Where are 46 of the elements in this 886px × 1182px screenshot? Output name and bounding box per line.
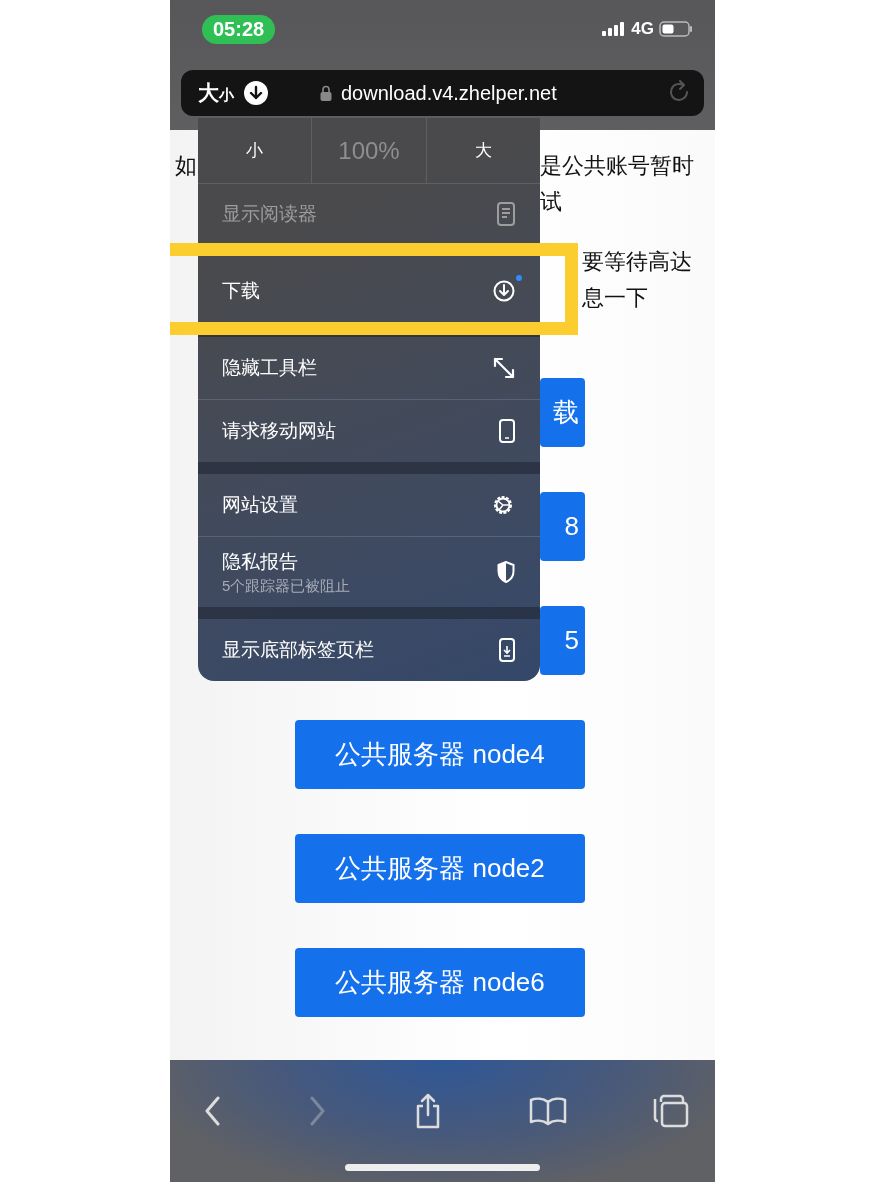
- server-button[interactable]: 8: [540, 492, 585, 561]
- menu-item-label: 隐私报告: [222, 549, 299, 574]
- menu-item[interactable]: 隐藏工具栏: [198, 337, 540, 400]
- book-icon[interactable]: [528, 1096, 567, 1126]
- menu-item-label: 下载: [222, 279, 260, 303]
- server-button[interactable]: 公共服务器 node2: [295, 834, 585, 903]
- status-time: 05:28: [202, 14, 276, 44]
- page-text: 息一下: [581, 284, 649, 312]
- format-button[interactable]: 大小: [198, 79, 234, 107]
- menu-item-label: 显示阅读器: [222, 202, 317, 226]
- gear-icon: [491, 493, 515, 517]
- zoom-button[interactable]: 大: [426, 118, 540, 183]
- tabs-icon[interactable]: [653, 1094, 689, 1128]
- signal-icon: [602, 22, 627, 36]
- page-text: 试: [540, 188, 563, 216]
- menu-item-label: 显示底部标签页栏: [222, 638, 374, 662]
- page-text: 是公共账号暂时: [540, 152, 695, 180]
- menu-item[interactable]: 网站设置: [198, 474, 540, 537]
- menu-item-label: 网站设置: [222, 493, 298, 517]
- expand-icon: [493, 357, 515, 379]
- zoom-button[interactable]: 小: [198, 118, 313, 183]
- download-icon[interactable]: [244, 81, 268, 105]
- menu-item-label: 隐藏工具栏: [222, 356, 317, 380]
- lock-icon: [320, 85, 332, 101]
- reader-icon: [497, 202, 515, 226]
- menu-item[interactable]: 下载: [198, 258, 540, 324]
- server-button[interactable]: 载: [540, 378, 585, 447]
- battery-icon: [659, 21, 693, 37]
- menu-item[interactable]: 请求移动网站: [198, 400, 540, 462]
- back-icon[interactable]: [204, 1096, 222, 1126]
- menu-item-subtitle: 5个跟踪器已被阻止: [222, 576, 351, 596]
- page-text: 要等待高达: [581, 248, 693, 276]
- address-bar[interactable]: 大小 download.v4.zhelper.net: [181, 70, 704, 116]
- network-label: 4G: [631, 19, 654, 39]
- menu-item[interactable]: 隐私报告 5个跟踪器已被阻止: [198, 537, 540, 607]
- server-button[interactable]: 公共服务器 node4: [295, 720, 585, 789]
- phone-icon: [499, 419, 515, 443]
- menu-item[interactable]: 显示底部标签页栏: [198, 619, 540, 681]
- shield-icon: [497, 561, 515, 583]
- phone-download-icon: [499, 638, 515, 662]
- server-button[interactable]: 5: [540, 606, 585, 675]
- download-icon: [493, 280, 515, 302]
- url-text: download.v4.zhelper.net: [341, 81, 558, 105]
- server-button[interactable]: 公共服务器 node6: [295, 948, 585, 1017]
- page-text: 如: [175, 152, 197, 180]
- menu-item-label: 请求移动网站: [222, 419, 336, 443]
